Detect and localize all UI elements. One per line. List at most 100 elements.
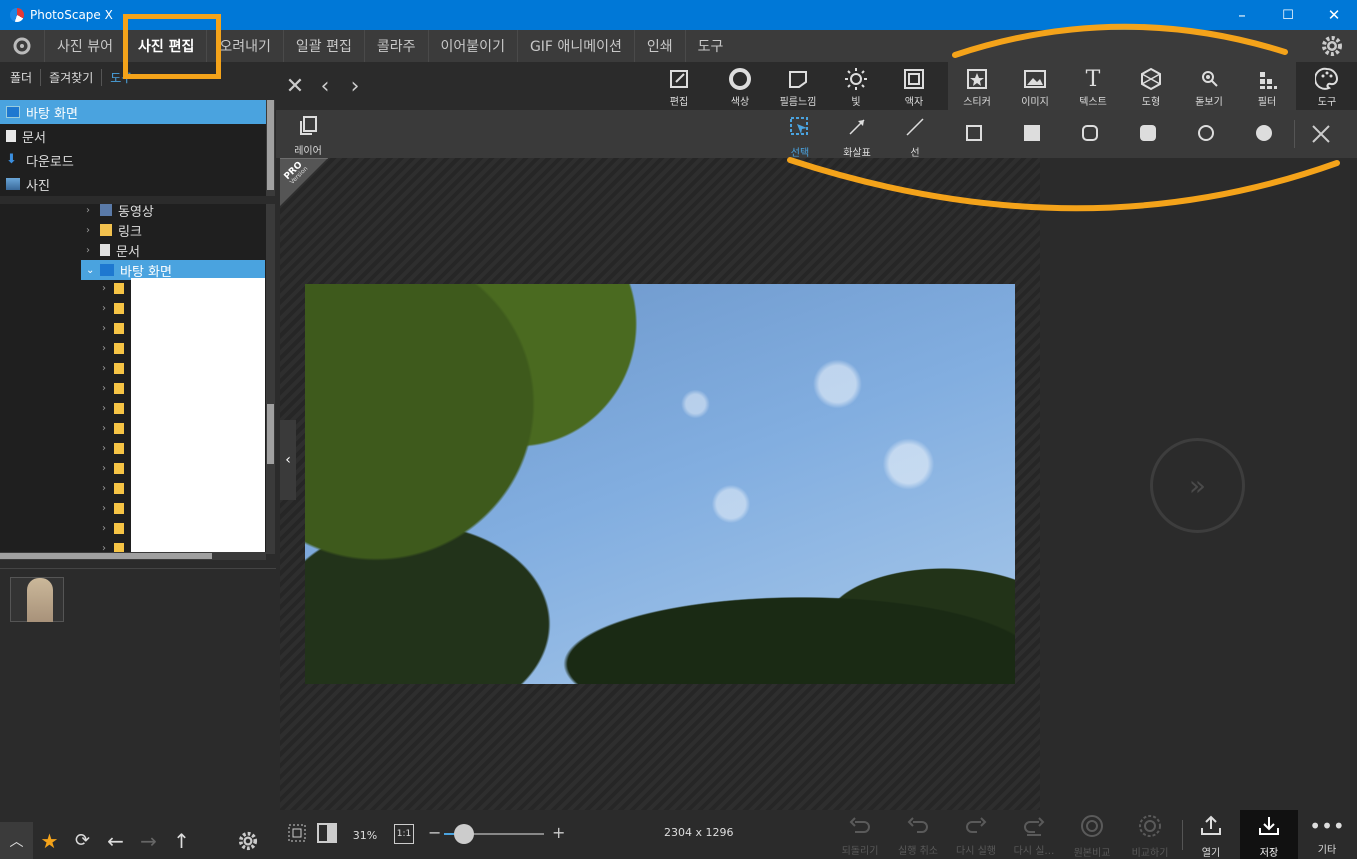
menu-gif[interactable]: GIF 애니메이션 xyxy=(516,30,634,62)
tree-node-folder[interactable]: › xyxy=(102,518,130,538)
list-item-desktop[interactable]: 바탕 화면 xyxy=(0,100,266,124)
zoom-slider[interactable] xyxy=(444,824,544,844)
tree-node-desktop[interactable]: ⌄ 바탕 화면 xyxy=(81,260,265,280)
menu-combine[interactable]: 이어붙이기 xyxy=(427,30,517,62)
tree-node-folder[interactable]: › xyxy=(102,298,130,318)
original-compare-button[interactable]: 원본비교 xyxy=(1065,814,1119,859)
tool-magnifier[interactable]: 돋보기 xyxy=(1180,62,1238,110)
zoom-in-icon[interactable]: + xyxy=(552,823,565,842)
tree-node-folder[interactable]: › xyxy=(102,358,130,378)
tree-node-folder[interactable]: › xyxy=(102,458,130,478)
tab-favorites[interactable]: 즐겨찾기 xyxy=(41,68,103,86)
sun-icon xyxy=(844,67,868,91)
list-item-downloads[interactable]: ⬇ 다운로드 xyxy=(0,148,266,172)
revert-icon xyxy=(849,814,871,839)
tool-line[interactable]: 선 xyxy=(890,110,940,159)
close-window-button[interactable]: ✕ xyxy=(1311,0,1357,30)
circle-outline-icon[interactable] xyxy=(1197,124,1215,142)
up-arrow-icon[interactable]: ↑ xyxy=(165,822,198,859)
tool-select[interactable]: 선택 xyxy=(775,110,825,159)
minimize-button[interactable]: – xyxy=(1219,0,1265,30)
menu-collage[interactable]: 콜라주 xyxy=(363,30,428,62)
zoom-out-icon[interactable]: − xyxy=(428,823,441,842)
close-subtoolbar-icon[interactable] xyxy=(1310,123,1332,145)
tree-horizontal-scrollbar[interactable] xyxy=(0,552,266,560)
redo-button[interactable]: 다시 실행 xyxy=(949,814,1003,857)
home-logo-icon[interactable] xyxy=(0,30,44,62)
revert-button[interactable]: 되돌리기 xyxy=(833,814,887,857)
tool-color[interactable]: 색상 xyxy=(711,62,769,110)
tool-arrow[interactable]: 화살표 xyxy=(832,110,882,159)
expand-panel-icon[interactable]: » xyxy=(1150,438,1245,533)
menu-photo-viewer[interactable]: 사진 뷰어 xyxy=(44,30,125,62)
rounded-rect-outline-icon[interactable] xyxy=(1081,124,1099,142)
back-arrow-icon[interactable]: ← xyxy=(99,822,132,859)
image-canvas[interactable]: PRO Version ‹ xyxy=(280,157,1040,810)
menu-batch[interactable]: 일괄 편집 xyxy=(282,30,364,62)
tree-node-folder[interactable]: › xyxy=(102,478,130,498)
settings-gear-icon[interactable] xyxy=(1321,35,1343,60)
tool-film[interactable]: 필름느낌 xyxy=(769,62,827,110)
rectangle-filled-icon[interactable] xyxy=(1023,124,1041,142)
color-circle-icon xyxy=(728,67,752,91)
tree-node-folder[interactable]: › xyxy=(102,498,130,518)
tool-image[interactable]: 이미지 xyxy=(1006,62,1064,110)
edited-photo[interactable] xyxy=(305,284,1015,684)
tree-node-folder[interactable]: › xyxy=(102,378,130,398)
refresh-icon[interactable]: ⟳ xyxy=(66,822,99,859)
tree-node-folder[interactable]: › xyxy=(102,438,130,458)
rounded-rect-filled-icon[interactable] xyxy=(1139,124,1157,142)
tree-node-folder[interactable]: › xyxy=(102,278,130,298)
tool-sticker[interactable]: 스티커 xyxy=(948,62,1006,110)
thumbnail-image[interactable] xyxy=(10,577,64,622)
tool-filter[interactable]: 필터 xyxy=(1238,62,1296,110)
tool-text[interactable]: T 텍스트 xyxy=(1064,62,1122,110)
collapse-up-icon[interactable]: ︿ xyxy=(0,822,33,859)
quick-access-list: 바탕 화면 문서 ⬇ 다운로드 사진 xyxy=(0,100,266,196)
tree-node-folder[interactable]: › xyxy=(102,338,130,358)
tool-light[interactable]: 빛 xyxy=(827,62,885,110)
tool-shape[interactable]: 도형 xyxy=(1122,62,1180,110)
rectangle-outline-icon[interactable] xyxy=(965,124,983,142)
zoom-one-to-one-button[interactable]: 1:1 xyxy=(394,824,414,844)
line-icon xyxy=(904,116,926,141)
frame-icon xyxy=(903,67,925,91)
pro-version-badge[interactable]: PRO Version xyxy=(280,157,328,206)
tool-edit[interactable]: 편집 xyxy=(650,62,708,110)
star-favorite-icon[interactable]: ★ xyxy=(33,822,66,859)
zoom-percentage[interactable]: 31% xyxy=(346,826,384,846)
previous-icon[interactable]: ‹ xyxy=(312,74,338,99)
next-icon[interactable]: › xyxy=(342,74,368,99)
tool-tools[interactable]: 도구 xyxy=(1298,62,1356,110)
compare-button[interactable]: 비교하기 xyxy=(1123,814,1177,859)
tree-node-folder[interactable]: › xyxy=(102,418,130,438)
more-button[interactable]: ••• 기타 xyxy=(1300,814,1354,856)
redo-all-button[interactable]: 다시 실… xyxy=(1007,814,1061,857)
circle-filled-icon[interactable] xyxy=(1255,124,1273,142)
collapse-left-panel-icon[interactable]: ‹ xyxy=(280,420,296,500)
close-editor-icon[interactable]: ✕ xyxy=(282,74,308,99)
tree-node-links[interactable]: › 링크 xyxy=(86,220,142,240)
tree-node-folder[interactable]: › xyxy=(102,318,130,338)
list-item-documents[interactable]: 문서 xyxy=(0,124,266,148)
undo-button[interactable]: 실행 취소 xyxy=(891,814,945,857)
tree-node-videos[interactable]: › 동영상 xyxy=(86,204,154,220)
compare-split-icon[interactable] xyxy=(316,822,338,848)
maximize-button[interactable]: ☐ xyxy=(1265,0,1311,30)
folder-icon xyxy=(114,522,124,534)
list-item-pictures[interactable]: 사진 xyxy=(0,172,266,196)
menu-tools[interactable]: 도구 xyxy=(684,30,736,62)
save-button[interactable]: 저장 xyxy=(1240,810,1298,859)
menu-print[interactable]: 인쇄 xyxy=(633,30,685,62)
settings-gear-icon[interactable] xyxy=(231,822,264,859)
tree-vertical-scrollbar[interactable] xyxy=(266,204,275,554)
layer-button[interactable]: 레이어 xyxy=(284,114,332,157)
tree-node-documents[interactable]: › 문서 xyxy=(86,240,140,260)
tool-frame[interactable]: 액자 xyxy=(885,62,943,110)
forward-arrow-icon[interactable]: → xyxy=(132,822,165,859)
tab-folders[interactable]: 폴더 xyxy=(2,68,42,86)
quick-list-scrollbar[interactable] xyxy=(266,100,275,196)
open-button[interactable]: 열기 xyxy=(1184,814,1238,859)
tree-node-folder[interactable]: › xyxy=(102,398,130,418)
fit-selection-icon[interactable] xyxy=(286,822,308,848)
